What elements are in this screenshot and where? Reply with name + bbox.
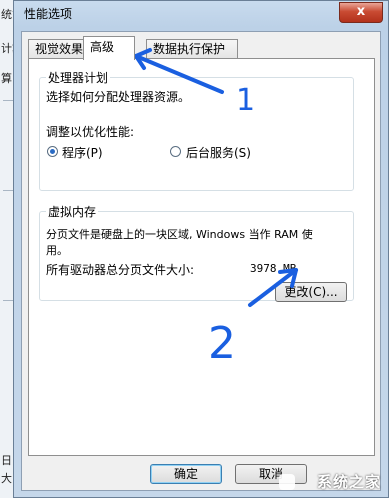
paging-file-total-value: 3978 MB [250, 262, 297, 275]
window-title: 性能选项 [24, 7, 73, 21]
close-button[interactable]: x [339, 2, 383, 23]
background-text-fragment: 大 [1, 472, 12, 485]
tab-data-execution-prevention[interactable]: 数据执行保护 [146, 39, 238, 59]
background-services-radio-label[interactable]: 后台服务(S) [186, 144, 251, 161]
processor-description: 选择如何分配处理器资源。 [46, 90, 191, 104]
virtual-memory-description: 分页文件是硬盘上的一块区域, Windows 当作 RAM 使 用。 [46, 226, 313, 258]
tab-advanced[interactable]: 高级 [83, 36, 135, 60]
virtual-memory-group: 虚拟内存 分页文件是硬盘上的一块区域, Windows 当作 RAM 使 用。 … [39, 203, 354, 302]
background-text-fragment: 日 [1, 454, 12, 467]
close-icon: x [356, 4, 366, 19]
advanced-tab-page: 处理器计划 选择如何分配处理器资源。 调整以优化性能: 程序(P) 后台服务(S… [28, 58, 375, 456]
paging-file-total-label: 所有驱动器总分页文件大小: [46, 263, 195, 277]
virtual-memory-description-line2: 用。 [46, 244, 68, 257]
programs-radio[interactable] [47, 146, 58, 157]
ok-button[interactable]: 确定 [150, 464, 222, 484]
performance-options-dialog: 性能选项 x 视觉效果 高级 数据执行保护 处理器计划 选择如何分配处理器资源。… [13, 0, 389, 498]
processor-scheduling-group: 处理器计划 选择如何分配处理器资源。 调整以优化性能: 程序(P) 后台服务(S… [39, 69, 354, 191]
change-paging-file-button[interactable]: 更改(C)... [275, 282, 347, 302]
processor-scheduling-heading: 处理器计划 [46, 69, 111, 86]
adjust-performance-label: 调整以优化性能: [46, 125, 135, 139]
virtual-memory-description-line1: 分页文件是硬盘上的一块区域, Windows 当作 RAM 使 [46, 228, 313, 241]
background-text-fragment: 算 [1, 72, 12, 85]
virtual-memory-heading: 虚拟内存 [46, 203, 99, 220]
watermark-logo-icon [279, 474, 295, 490]
background-services-radio[interactable] [170, 146, 181, 157]
watermark: 系统之家 [316, 473, 381, 491]
dialog-client-area: 视觉效果 高级 数据执行保护 处理器计划 选择如何分配处理器资源。 调整以优化性… [21, 31, 381, 491]
cancel-button[interactable]: 取消 [235, 464, 307, 484]
programs-radio-label[interactable]: 程序(P) [62, 144, 103, 161]
